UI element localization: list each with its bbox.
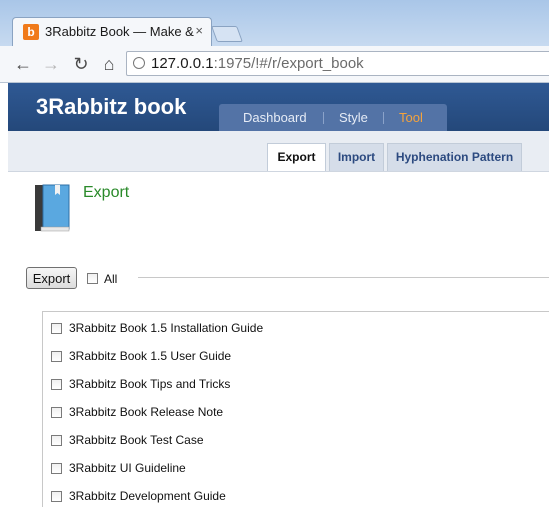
document-checkbox[interactable] (51, 323, 62, 334)
page-icon (133, 57, 145, 69)
app-header: 3Rabbitz book Dashboard Style Tool (8, 83, 549, 131)
document-label[interactable]: 3Rabbitz Book Release Note (69, 405, 223, 419)
document-list: 3Rabbitz Book 1.5 Installation Guide 3Ra… (42, 311, 549, 507)
reload-icon[interactable]: ↻ (70, 53, 92, 75)
export-button[interactable]: Export (26, 267, 77, 289)
document-checkbox[interactable] (51, 351, 62, 362)
document-checkbox[interactable] (51, 379, 62, 390)
document-label[interactable]: 3Rabbitz Book Tips and Tricks (69, 377, 230, 391)
url-text[interactable]: 127.0.0.1:1975/!#/r/export_book (151, 55, 364, 72)
favicon-icon: b (23, 24, 39, 40)
document-checkbox[interactable] (51, 407, 62, 418)
divider (138, 277, 549, 278)
select-all-label[interactable]: All (104, 272, 117, 286)
forward-arrow-icon[interactable]: → (40, 53, 62, 75)
browser-toolbar: ← → ↻ ⌂ 127.0.0.1:1975/!#/r/export_book (0, 46, 549, 83)
tab-tool[interactable]: Tool (399, 110, 423, 125)
app-logo[interactable]: 3Rabbitz book (36, 94, 186, 120)
subtab-hyphenation-pattern[interactable]: Hyphenation Pattern (387, 143, 522, 171)
document-checkbox[interactable] (51, 491, 62, 502)
document-label[interactable]: 3Rabbitz UI Guideline (69, 461, 186, 475)
tab-separator (383, 112, 384, 124)
subtab-import[interactable]: Import (329, 143, 384, 171)
tab-close-icon[interactable]: × (195, 23, 203, 38)
select-all-checkbox[interactable] (87, 273, 98, 284)
main-nav: Dashboard Style Tool (219, 104, 447, 131)
back-arrow-icon[interactable]: ← (12, 53, 34, 75)
home-icon[interactable]: ⌂ (98, 53, 120, 75)
document-checkbox[interactable] (51, 435, 62, 446)
tab-dashboard[interactable]: Dashboard (243, 110, 307, 125)
tab-style[interactable]: Style (339, 110, 368, 125)
book-icon (35, 184, 70, 232)
document-label[interactable]: 3Rabbitz Development Guide (69, 489, 226, 503)
document-label[interactable]: 3Rabbitz Book Test Case (69, 433, 204, 447)
browser-tabstrip: b 3Rabbitz Book — Make & × (0, 0, 549, 46)
document-label[interactable]: 3Rabbitz Book 1.5 User Guide (69, 349, 231, 363)
document-checkbox[interactable] (51, 463, 62, 474)
page-title: Export (83, 184, 130, 201)
subtab-export[interactable]: Export (267, 143, 326, 171)
url-path: :1975/!#/r/export_book (213, 55, 364, 72)
sub-nav: Export Import Hyphenation Pattern (8, 131, 549, 172)
tab-separator (323, 112, 324, 124)
browser-tab[interactable]: b 3Rabbitz Book — Make & × (12, 17, 212, 46)
url-host: 127.0.0.1 (151, 55, 214, 72)
address-bar[interactable]: 127.0.0.1:1975/!#/r/export_book (126, 51, 549, 76)
new-tab-button[interactable] (211, 26, 243, 42)
browser-window: b 3Rabbitz Book — Make & × ← → ↻ ⌂ 127.0… (0, 0, 549, 507)
document-label[interactable]: 3Rabbitz Book 1.5 Installation Guide (69, 321, 263, 335)
tab-title: 3Rabbitz Book — Make & (45, 24, 194, 39)
